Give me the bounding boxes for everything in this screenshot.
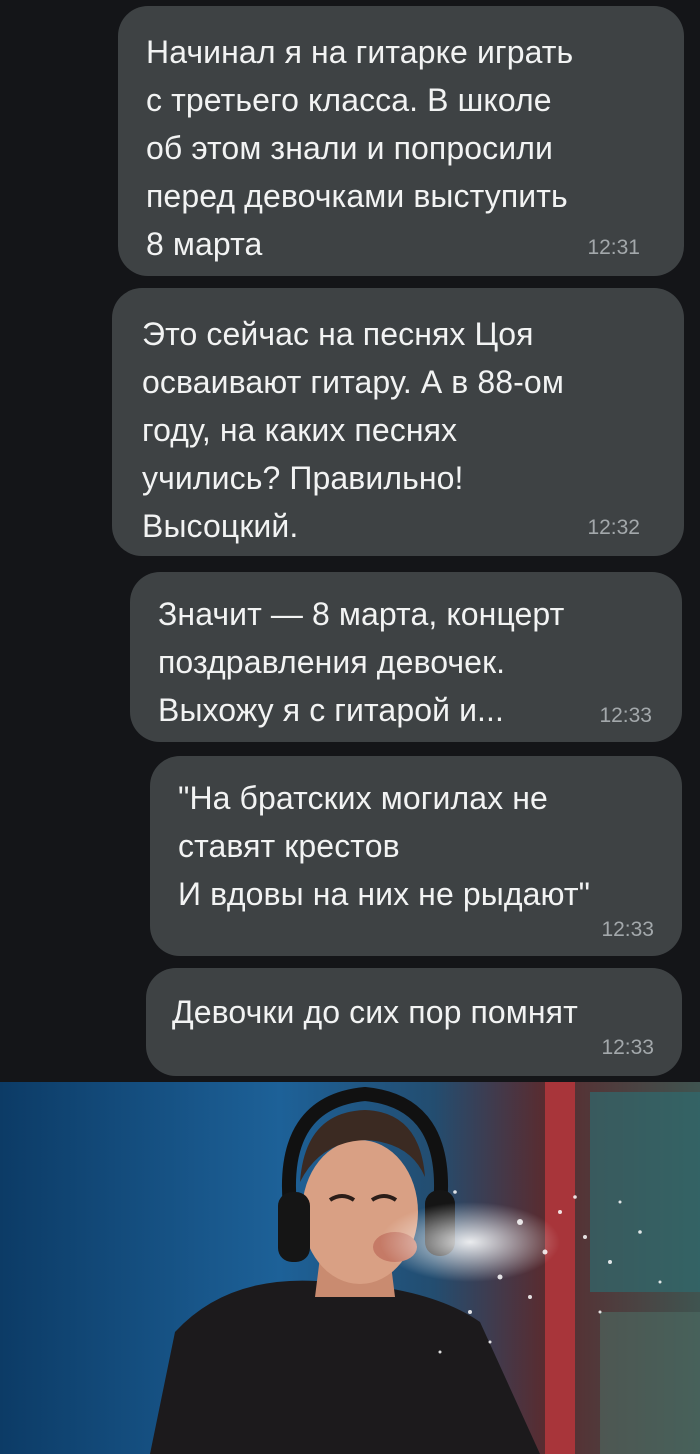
message-bubble[interactable]: Начинал я на гитарке играть с третьего к… <box>118 6 684 276</box>
message-time: 12:32 <box>587 516 640 539</box>
message-bubble[interactable]: Это сейчас на песнях Цоя осваивают гитар… <box>112 288 684 556</box>
message-bubble[interactable]: Значит — 8 марта, концерт поздравления д… <box>130 572 682 742</box>
chat-area[interactable]: Начинал я на гитарке играть с третьего к… <box>0 0 700 1082</box>
message-text: "На братских могилах не ставят крестов И… <box>178 780 591 912</box>
message-time: 12:33 <box>599 704 652 727</box>
message-time: 12:31 <box>587 236 640 259</box>
message-bubble[interactable]: "На братских могилах не ставят крестов И… <box>150 756 682 956</box>
message-time: 12:33 <box>601 1036 654 1059</box>
message-bubble[interactable]: Девочки до сих пор помнят 12:33 <box>146 968 682 1076</box>
message-text: Девочки до сих пор помнят <box>172 994 578 1030</box>
reaction-photo-illustration <box>0 1082 700 1454</box>
message-text: Это сейчас на песнях Цоя осваивают гитар… <box>142 316 564 544</box>
reaction-photo <box>0 1082 700 1454</box>
message-text: Начинал я на гитарке играть с третьего к… <box>146 34 574 262</box>
message-time: 12:33 <box>601 918 654 941</box>
